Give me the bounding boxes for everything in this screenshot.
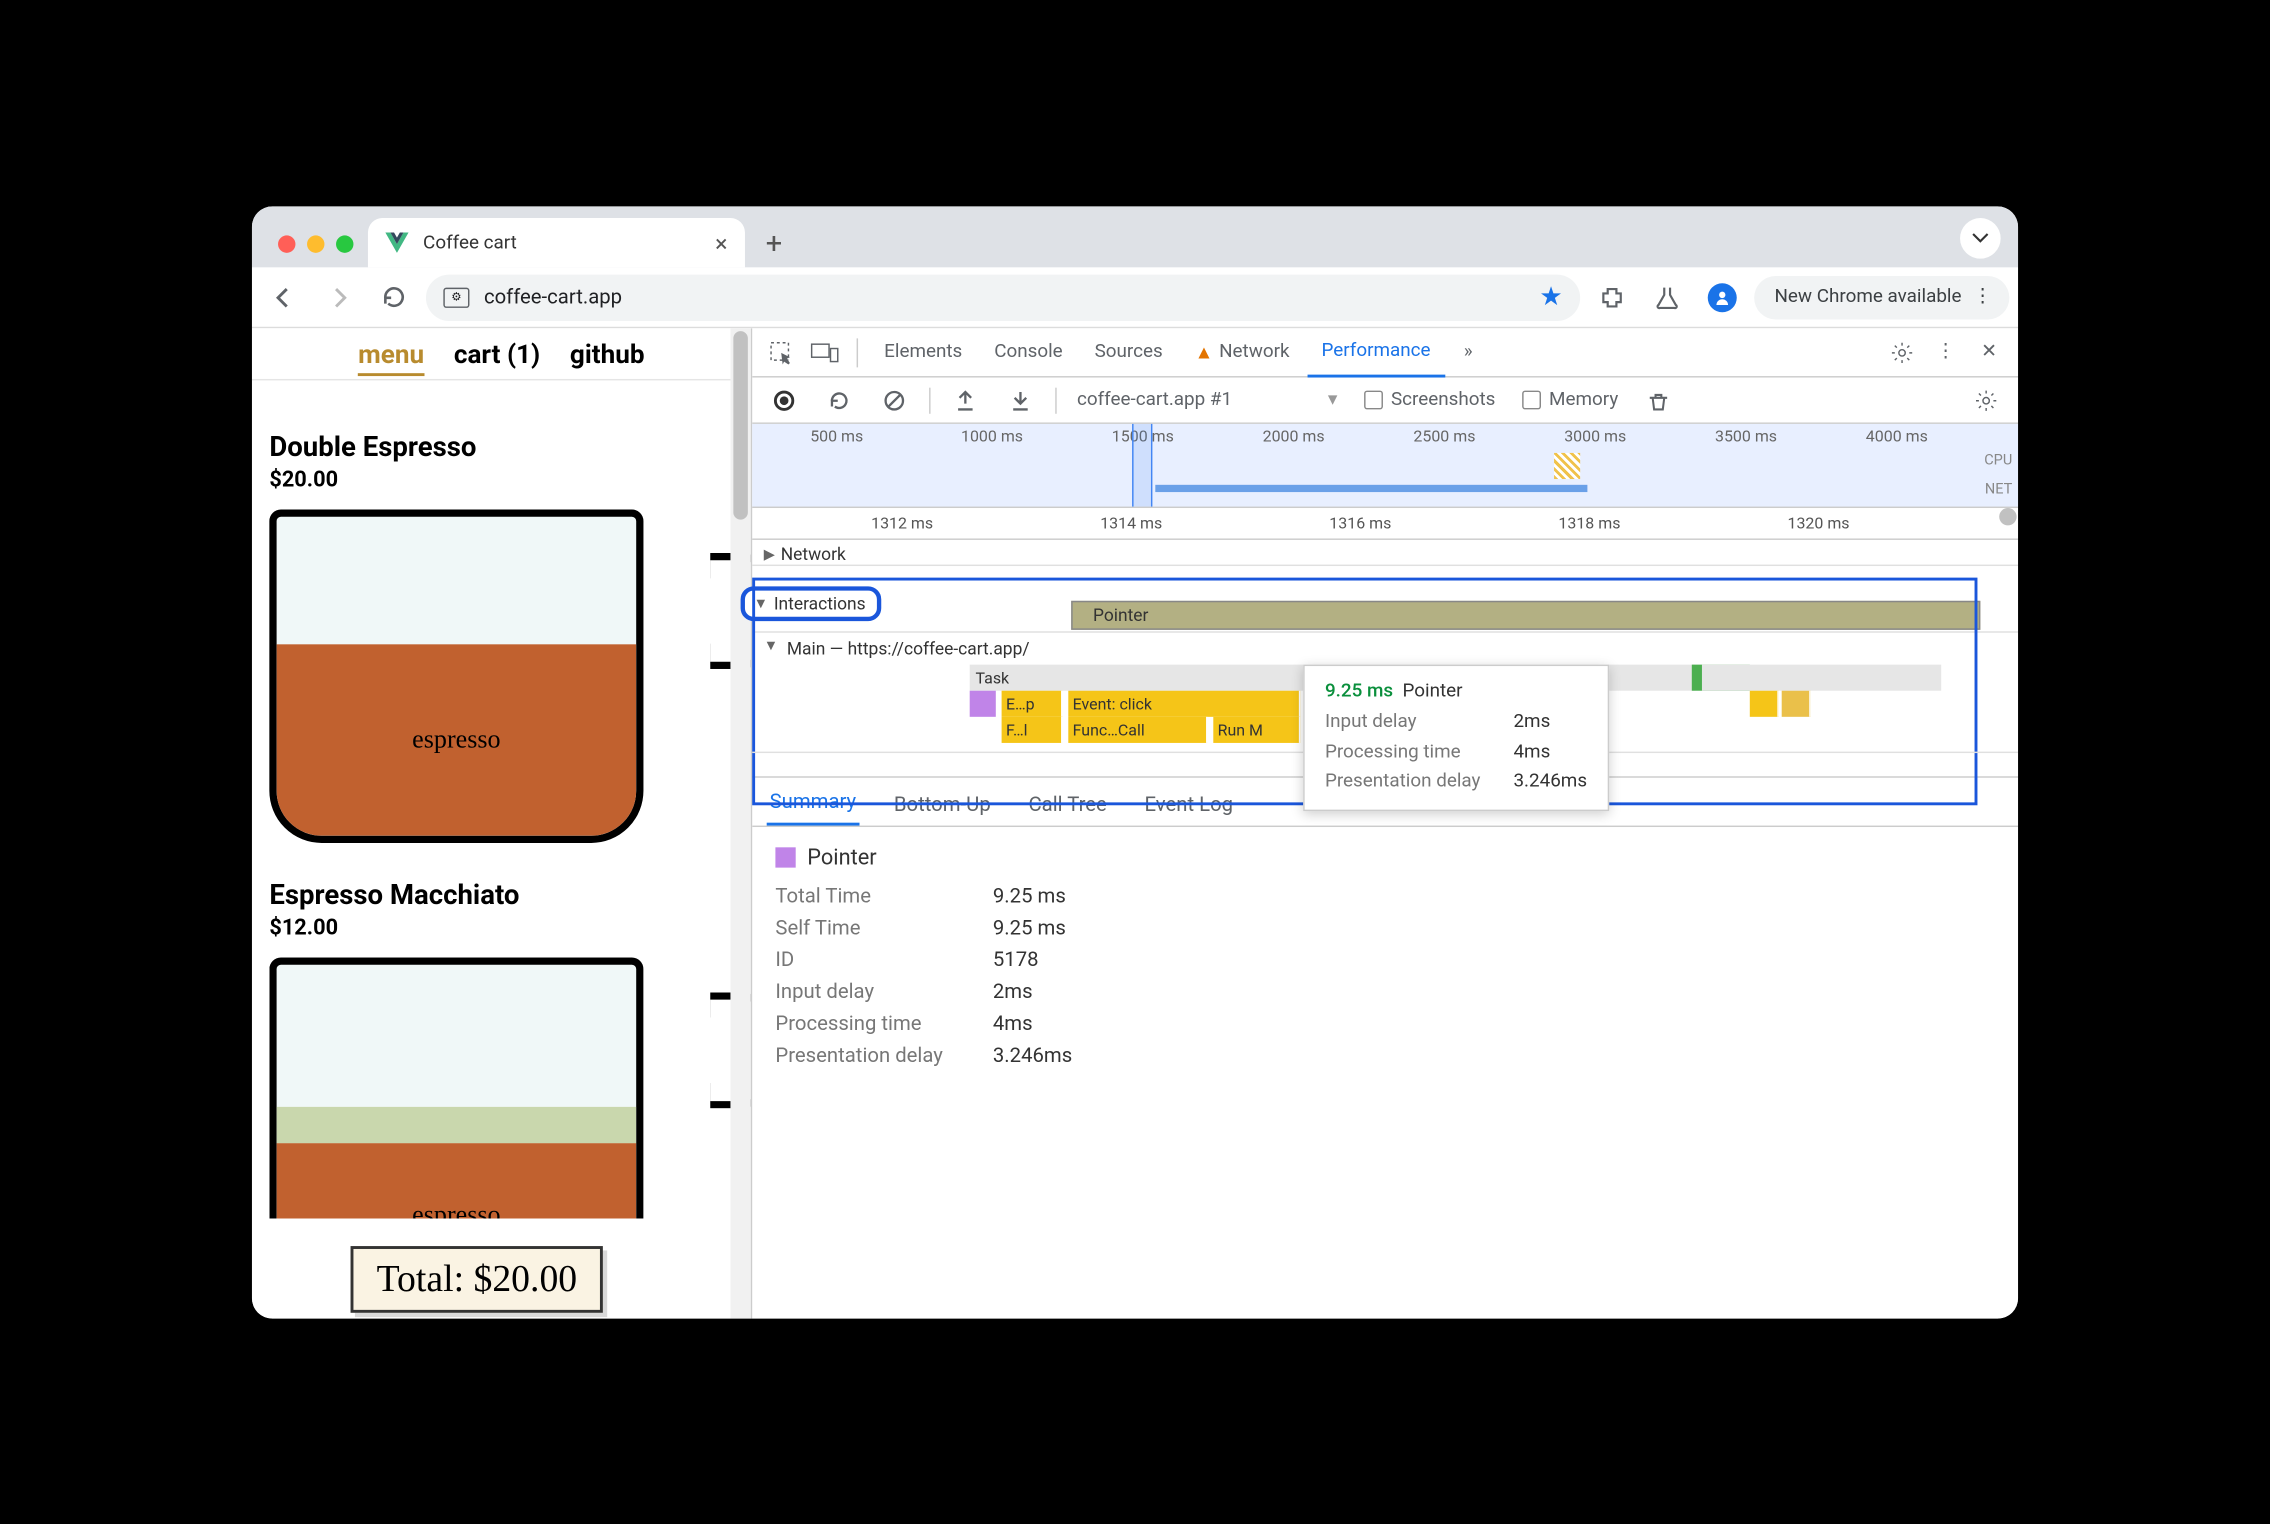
content-area: menu cart (1) github Double Espresso $20… [252,328,2018,1318]
tab-elements[interactable]: Elements [870,328,977,377]
update-chrome-label: New Chrome available [1774,286,1961,308]
cup-label: espresso [277,724,637,754]
purple-segment[interactable] [970,690,996,716]
nav-github[interactable]: github [570,339,645,369]
browser-toolbar: ⚙ coffee-cart.app ★ New Chrome available… [252,267,2018,328]
nav-menu[interactable]: menu [358,339,424,375]
chrome-window: Coffee cart × + ⚙ coffee-cart.app ★ New … [252,206,2018,1318]
vue-icon [385,232,408,252]
scrollbar[interactable] [730,328,750,1318]
clear-button[interactable] [874,379,915,420]
more-tabs-icon[interactable]: » [1448,331,1489,372]
minimize-window[interactable] [307,235,324,252]
interactions-track[interactable]: ▼Interactions Pointer [752,566,2018,633]
browser-tab[interactable]: Coffee cart × [368,218,745,267]
forward-button[interactable] [316,273,362,319]
maximize-window[interactable] [336,235,353,252]
labs-icon[interactable] [1644,273,1690,319]
kebab-icon: ⋮ [1973,286,1992,308]
task-bar[interactable] [1702,664,1941,690]
tab-sources[interactable]: Sources [1080,328,1177,377]
network-track[interactable]: ▶Network [752,539,2018,565]
product-card: Espresso Macchiato $12.00 espresso [269,877,733,1218]
back-button[interactable] [261,273,307,319]
screenshots-checkbox[interactable]: Screenshots [1358,389,1502,411]
flame-chart[interactable]: ▶Network ▼Interactions Pointer ▼Main — h… [752,539,2018,777]
site-info-icon[interactable]: ⚙ [443,286,469,306]
address-bar[interactable]: ⚙ coffee-cart.app ★ [426,273,1580,319]
profile-button[interactable] [1699,273,1745,319]
url-text: coffee-cart.app [484,285,622,308]
product-price: $20.00 [269,465,733,491]
cart-total-pill[interactable]: Total: $20.00 [351,1246,604,1313]
devtools-panel: Elements Console Sources ▲Network Perfor… [752,328,2018,1318]
event-segment[interactable]: E…p [1002,690,1063,716]
tabs-menu-button[interactable] [1960,218,2001,259]
cup-graphic[interactable]: espresso [269,957,733,1218]
tab-console[interactable]: Console [980,328,1077,377]
nav-cart[interactable]: cart (1) [454,339,540,369]
scrollbar-thumb[interactable] [1999,508,2016,525]
net-label: NET [1985,481,2012,497]
bookmark-star-icon[interactable]: ★ [1539,281,1562,311]
memory-checkbox[interactable]: Memory [1516,389,1624,411]
cup-label: espresso [277,1199,637,1218]
settings-icon[interactable] [1882,331,1923,372]
inspect-icon[interactable] [761,331,802,372]
update-chrome-chip[interactable]: New Chrome available ⋮ [1754,275,2009,319]
record-button[interactable] [764,379,805,420]
tab-summary[interactable]: Summary [767,782,859,826]
interaction-tooltip: 9.25 ms Pointer Input delay2ms Processin… [1303,664,1609,811]
tab-network[interactable]: ▲Network [1180,328,1304,377]
fl-segment[interactable]: F…l [1002,716,1063,742]
tab-bottom-up[interactable]: Bottom-Up [891,784,994,825]
cpu-label: CPU [1984,452,2012,468]
reload-button[interactable] [371,273,417,319]
tab-call-tree[interactable]: Call Tree [1026,784,1110,825]
color-swatch [775,847,795,867]
window-controls [264,235,360,267]
devtools-tabs: Elements Console Sources ▲Network Perfor… [752,328,2018,377]
perf-settings-icon[interactable] [1966,379,2007,420]
time-ruler[interactable]: 1312 ms 1314 ms 1316 ms 1318 ms 1320 ms [752,508,2018,540]
product-card: Double Espresso $20.00 espresso [269,429,733,842]
tab-title: Coffee cart [423,231,517,253]
run-segment[interactable]: Run M [1213,716,1300,742]
summary-pane: Pointer Total Time9.25 ms Self Time9.25 … [752,827,2018,1094]
webpage: menu cart (1) github Double Espresso $20… [252,328,752,1318]
page-body: Double Espresso $20.00 espresso Espresso… [252,380,751,1218]
device-toggle-icon[interactable] [804,331,845,372]
kebab-icon[interactable]: ⋮ [1925,331,1966,372]
avatar-icon [1708,282,1737,311]
func-call-segment[interactable]: Func…Call [1068,716,1207,742]
perf-toolbar: coffee-cart.app #1▾ Screenshots Memory [752,377,2018,423]
reload-record-button[interactable] [819,379,860,420]
page-nav: menu cart (1) github [252,328,751,380]
summary-title: Pointer [807,844,876,870]
event-click-segment[interactable]: Event: click [1068,690,1300,716]
tab-event-log[interactable]: Event Log [1142,784,1236,825]
gc-icon[interactable] [1639,379,1680,420]
interactions-highlight: ▼Interactions [741,586,882,621]
new-tab-button[interactable]: + [754,222,795,263]
recording-dropdown[interactable]: coffee-cart.app #1▾ [1071,389,1343,411]
close-tab-icon[interactable]: × [715,228,727,256]
download-icon[interactable] [1000,379,1041,420]
product-title: Espresso Macchiato [269,877,733,910]
pointer-bar[interactable]: Pointer [1071,600,1980,629]
close-window[interactable] [278,235,295,252]
extensions-icon[interactable] [1589,273,1635,319]
product-title: Double Espresso [269,429,733,462]
tab-strip: Coffee cart × + [252,206,2018,267]
upload-icon[interactable] [945,379,986,420]
tab-performance[interactable]: Performance [1307,328,1445,377]
close-devtools-icon[interactable]: ✕ [1969,331,2010,372]
product-price: $12.00 [269,914,733,940]
cup-graphic[interactable]: espresso [269,509,733,843]
timeline-overview[interactable]: 500 ms 1000 ms 1500 ms 2000 ms 2500 ms 3… [752,423,2018,507]
